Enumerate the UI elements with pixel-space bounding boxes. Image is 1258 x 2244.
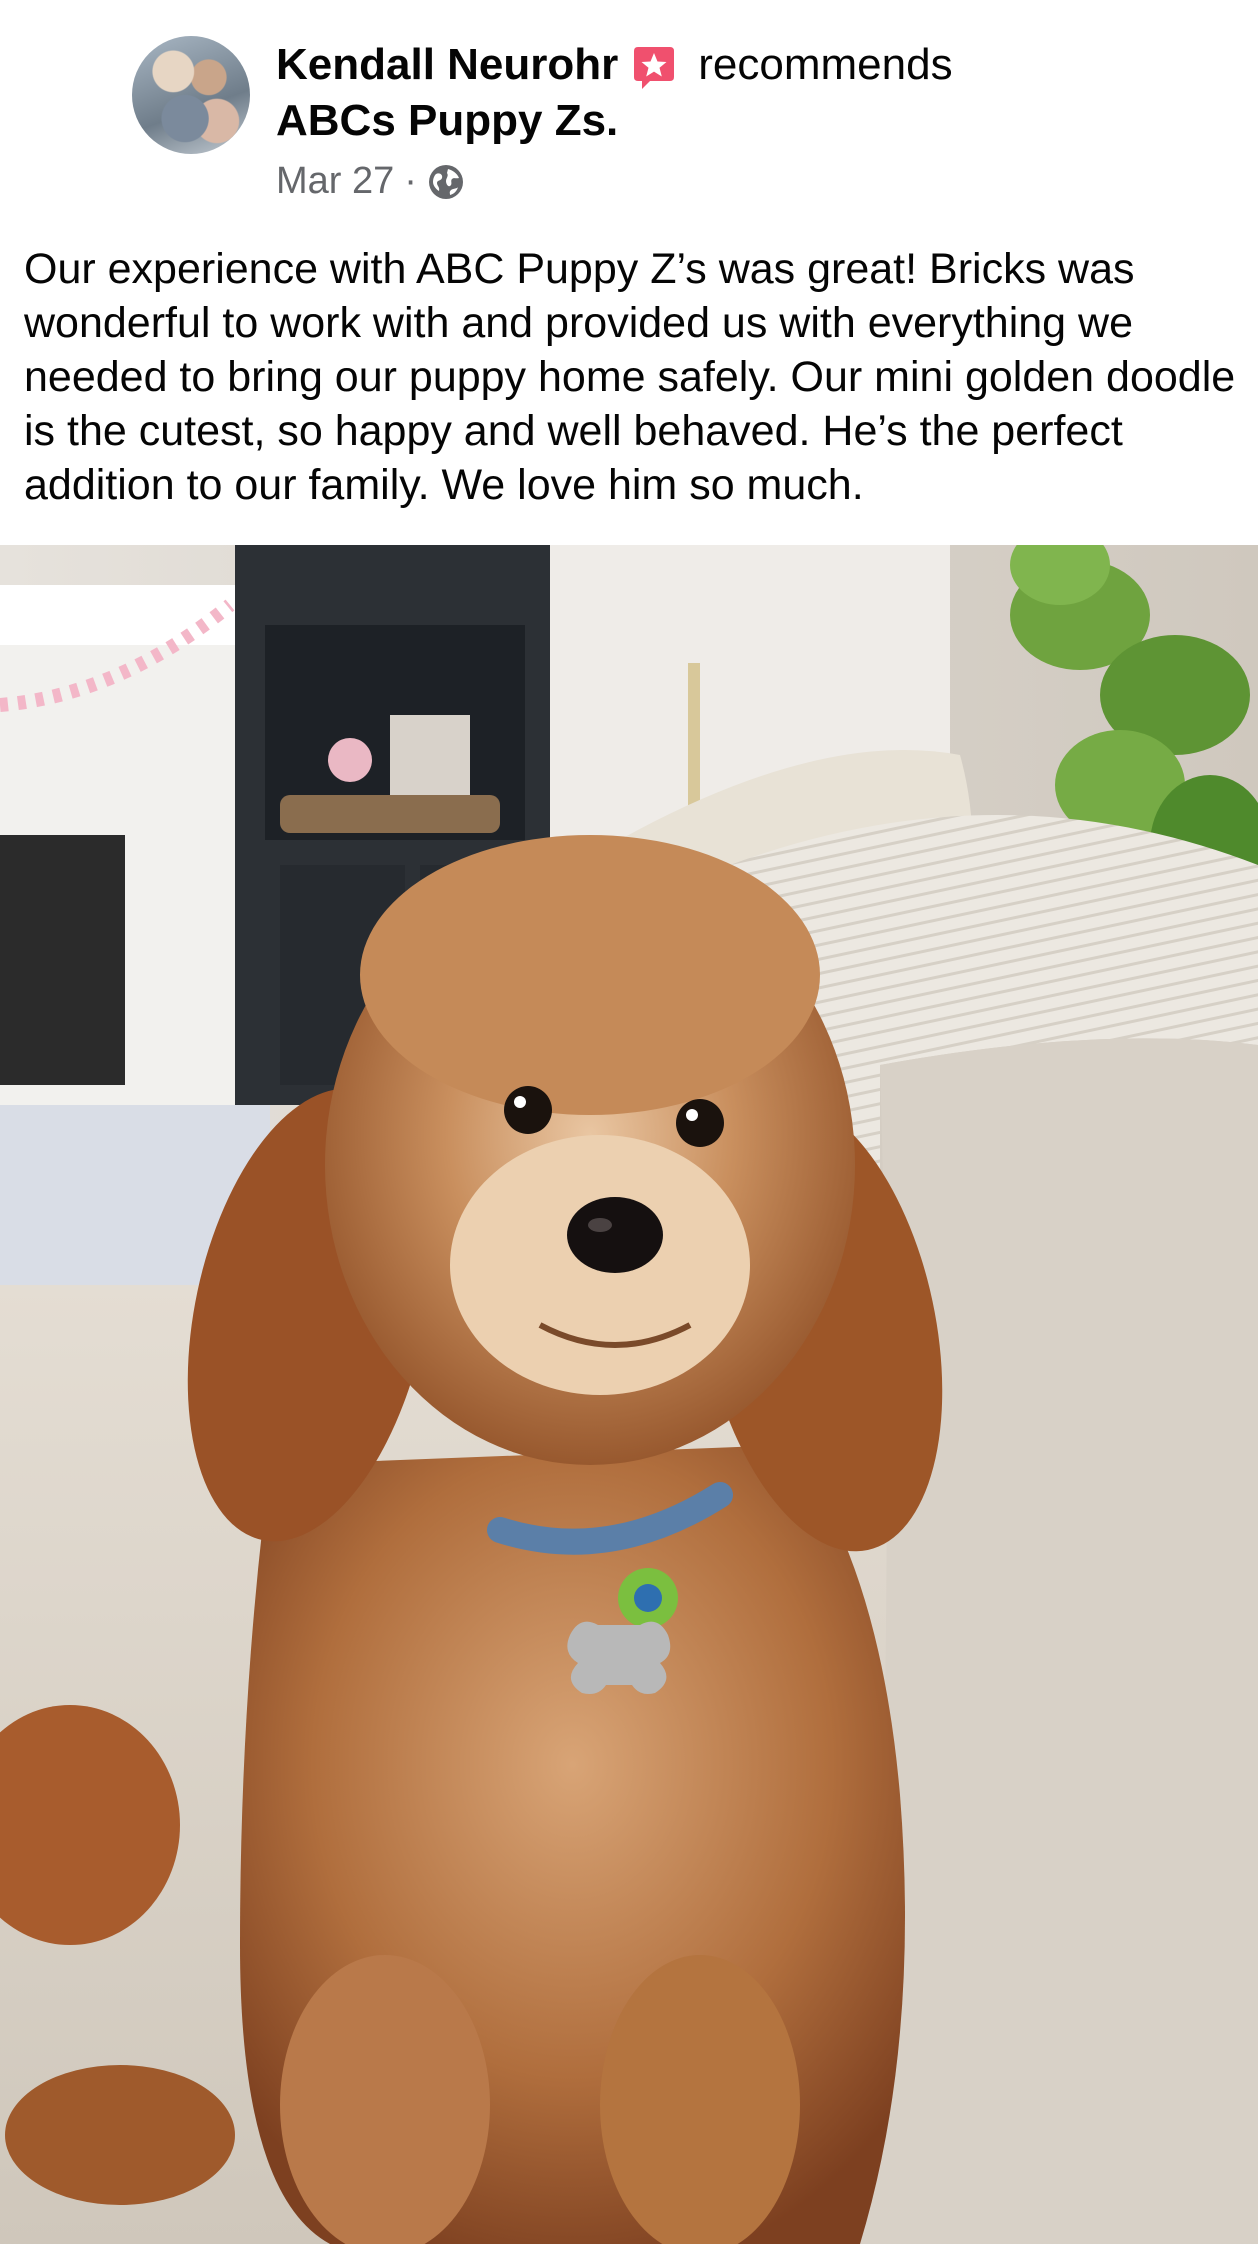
author-name[interactable]: Kendall Neurohr	[276, 40, 618, 90]
recommends-label: recommends	[698, 40, 953, 89]
page-name-link[interactable]: ABCs Puppy Zs.	[276, 96, 618, 146]
puppy-photo[interactable]	[0, 545, 1258, 2244]
meta-separator: ·	[404, 160, 417, 202]
author-avatar[interactable]	[132, 36, 250, 154]
recommend-star-icon	[634, 47, 675, 89]
post-title-line: Kendall Neurohr recommends	[276, 36, 953, 94]
post-body-text: Our experience with ABC Puppy Z’s was gr…	[24, 245, 1236, 509]
post-meta: Mar 27 ·	[276, 160, 465, 203]
globe-icon[interactable]	[427, 163, 465, 201]
post-header: Kendall Neurohr recommends ABCs Puppy Zs…	[0, 0, 1258, 545]
post-date[interactable]: Mar 27	[276, 160, 394, 203]
